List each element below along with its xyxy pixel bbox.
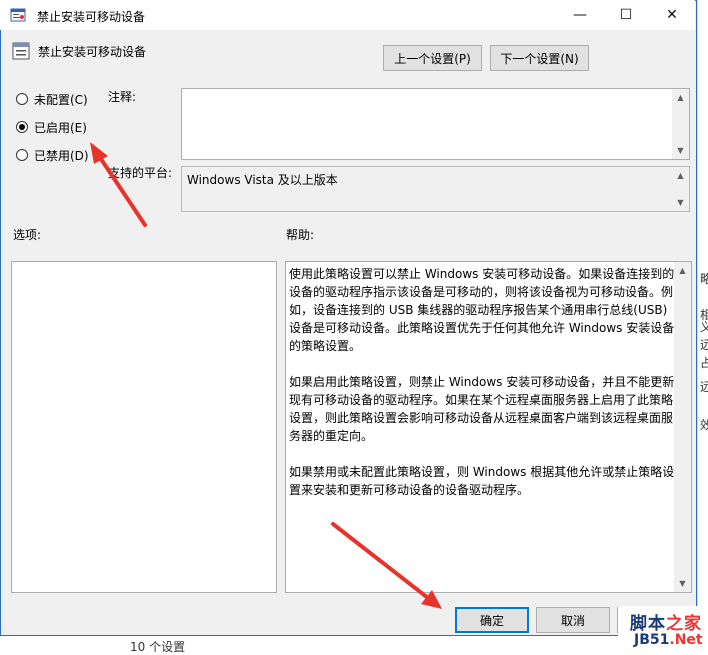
scroll-down-icon[interactable]: ▼ <box>672 194 689 211</box>
help-text: 使用此策略设置可以禁止 Windows 安装可移动设备。如果设备连接到的设备的驱… <box>289 265 678 517</box>
background-text: 义 <box>700 320 708 334</box>
scroll-down-icon[interactable]: ▼ <box>672 142 689 159</box>
background-text: 远 <box>700 380 708 394</box>
radio-enabled[interactable]: 已启用(E) <box>16 118 87 136</box>
comment-label: 注释: <box>108 90 137 104</box>
radio-circle[interactable] <box>16 93 28 105</box>
platform-label: 支持的平台: <box>108 166 173 180</box>
platform-scrollbar[interactable]: ▲ ▼ <box>672 167 689 211</box>
window-title: 禁止安装可移动设备 <box>37 10 146 24</box>
help-scrollbar[interactable]: ▲ ▼ <box>674 262 691 592</box>
help-panel[interactable]: 使用此策略设置可以禁止 Windows 安装可移动设备。如果设备连接到的设备的驱… <box>285 261 692 593</box>
background-text: 占 <box>700 356 708 370</box>
maximize-icon: ☐ <box>619 7 633 23</box>
title-bar[interactable]: 禁止安装可移动设备 — ☐ ✕ <box>0 0 695 30</box>
background-text: 略 <box>700 272 708 286</box>
background-text: 效 <box>700 418 708 432</box>
platform-value: Windows Vista 及以上版本 <box>187 173 338 187</box>
scroll-down-icon[interactable]: ▼ <box>674 575 691 592</box>
watermark-url: JB51.Net <box>634 632 703 648</box>
background-window-edge: 略 相 义 远 占 远 效 <box>697 0 708 652</box>
minimize-icon: — <box>573 7 587 23</box>
scroll-up-icon[interactable]: ▲ <box>674 262 691 279</box>
radio-label: 未配置(C) <box>34 92 88 107</box>
radio-disabled[interactable]: 已禁用(D) <box>16 146 89 164</box>
scroll-up-icon[interactable]: ▲ <box>672 89 689 106</box>
policy-setting-icon <box>12 42 30 60</box>
scroll-up-icon[interactable]: ▲ <box>672 167 689 184</box>
ok-button[interactable]: 确定 <box>455 607 529 633</box>
comment-textarea[interactable]: ▲ ▼ <box>181 88 690 160</box>
help-paragraph: 如果禁用或未配置此策略设置，则 Windows 根据其他允许或禁止策略设置来安装… <box>289 465 675 497</box>
watermark-logo: 脚本之家 <box>630 614 702 634</box>
minimize-button[interactable]: — <box>557 0 603 30</box>
help-label: 帮助: <box>286 228 315 242</box>
maximize-button[interactable]: ☐ <box>603 0 649 30</box>
close-icon: ✕ <box>666 7 678 23</box>
cancel-button[interactable]: 取消 <box>536 607 610 633</box>
radio-circle[interactable] <box>16 149 28 161</box>
platform-field: Windows Vista 及以上版本 ▲ ▼ <box>181 166 690 212</box>
help-paragraph: 使用此策略设置可以禁止 Windows 安装可移动设备。如果设备连接到的设备的驱… <box>289 267 675 353</box>
options-panel <box>11 261 277 593</box>
help-paragraph: 如果启用此策略设置，则禁止 Windows 安装可移动设备，并且不能更新现有可移… <box>289 375 675 443</box>
comment-scrollbar[interactable]: ▲ ▼ <box>672 89 689 159</box>
policy-title: 禁止安装可移动设备 <box>38 45 147 59</box>
options-label: 选项: <box>13 228 42 242</box>
radio-circle-checked[interactable] <box>16 121 28 133</box>
close-button[interactable]: ✕ <box>649 0 695 30</box>
next-setting-button[interactable]: 下一个设置(N) <box>490 45 589 71</box>
radio-not-configured[interactable]: 未配置(C) <box>16 90 88 108</box>
group-policy-icon <box>10 8 26 22</box>
background-text: 远 <box>700 338 708 352</box>
radio-label: 已启用(E) <box>34 120 87 135</box>
previous-setting-button[interactable]: 上一个设置(P) <box>383 45 482 71</box>
radio-label: 已禁用(D) <box>34 148 89 163</box>
background-status-text: 10 个设置 <box>130 640 186 654</box>
